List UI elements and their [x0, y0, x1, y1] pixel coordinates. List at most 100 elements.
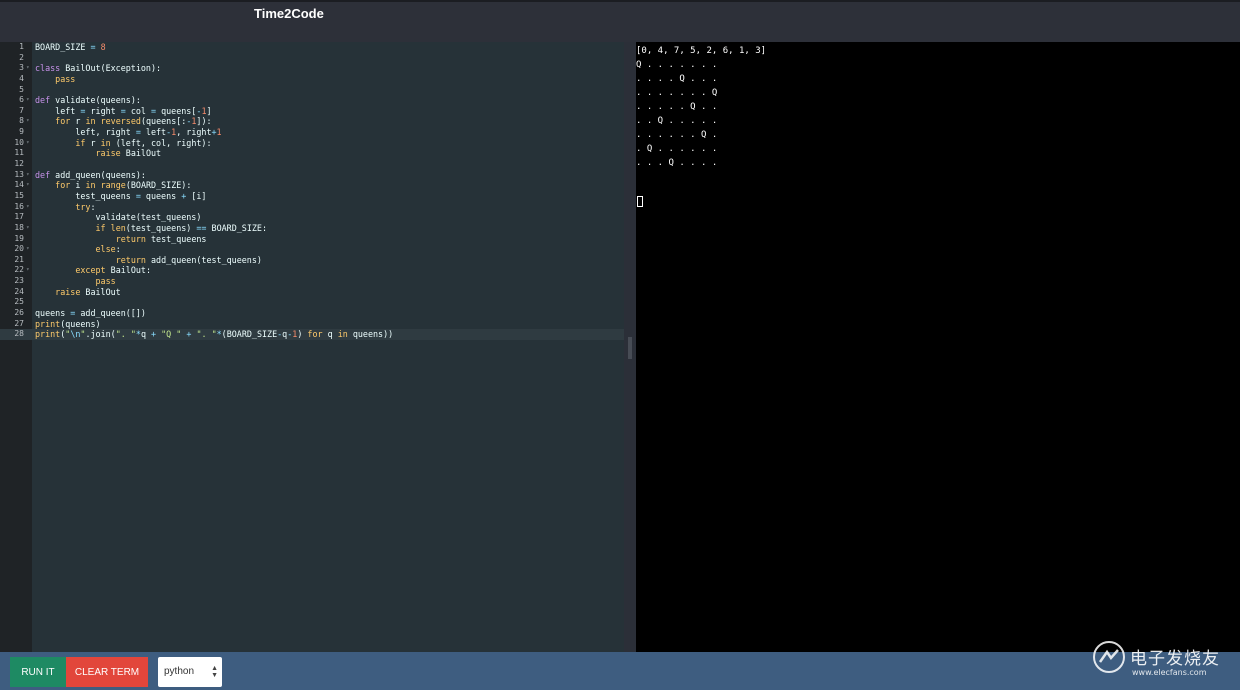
code-text: queens = add_queen([]) [35, 308, 146, 319]
line-number: 27 [0, 319, 24, 330]
code-line[interactable]: 6▾ def validate(queens): [0, 95, 624, 106]
drag-handle-icon[interactable] [628, 337, 632, 359]
terminal-line: . Q . . . . . . [636, 142, 1240, 156]
code-text: if len(test_queens) == BOARD_SIZE: [35, 223, 267, 234]
code-line[interactable]: 5 [0, 85, 624, 96]
terminal-cursor [637, 196, 643, 207]
fold-arrow-icon[interactable]: ▾ [26, 180, 30, 191]
fold-arrow-icon[interactable]: ▾ [26, 116, 30, 127]
terminal-line: [0, 4, 7, 5, 2, 6, 1, 3] [636, 44, 1240, 58]
code-line[interactable]: 27print(queens) [0, 319, 624, 330]
code-line[interactable]: 12 [0, 159, 624, 170]
pane-divider[interactable] [624, 42, 636, 652]
code-line[interactable]: 24 raise BailOut [0, 287, 624, 298]
fold-arrow-icon[interactable]: ▾ [26, 202, 30, 213]
code-line[interactable]: 3▾ class BailOut(Exception): [0, 63, 624, 74]
run-button[interactable]: RUN IT [10, 657, 66, 687]
line-number: 25 [0, 297, 24, 308]
fold-arrow-icon[interactable]: ▾ [26, 244, 30, 255]
clear-terminal-button[interactable]: CLEAR TERM [66, 657, 148, 687]
code-text: def add_queen(queens): [35, 170, 146, 181]
code-line[interactable]: 4 pass [0, 74, 624, 85]
line-number: 8 [0, 116, 24, 127]
terminal-line: Q . . . . . . . [636, 58, 1240, 72]
terminal-line: . . . . Q . . . [636, 72, 1240, 86]
code-text: left = right = col = queens[-1] [35, 106, 212, 117]
code-text: pass [35, 276, 116, 287]
code-line[interactable]: 11 raise BailOut [0, 148, 624, 159]
line-number: 14 [0, 180, 24, 191]
code-text: try: [35, 202, 96, 213]
line-number: 28 [0, 329, 24, 340]
code-line[interactable]: 20▾ else: [0, 244, 624, 255]
code-text: return test_queens [35, 234, 206, 245]
watermark-logo-icon [1092, 640, 1126, 674]
line-number: 22 [0, 265, 24, 276]
fold-arrow-icon[interactable]: ▾ [26, 265, 30, 276]
fold-arrow-icon[interactable]: ▾ [26, 138, 30, 149]
code-line[interactable]: 8▾ for r in reversed(queens[:-1]): [0, 116, 624, 127]
code-line[interactable]: 22▾ except BailOut: [0, 265, 624, 276]
code-text: BOARD_SIZE = 8 [35, 42, 106, 53]
code-line[interactable]: 19 return test_queens [0, 234, 624, 245]
line-number: 26 [0, 308, 24, 319]
line-number: 23 [0, 276, 24, 287]
fold-arrow-icon[interactable]: ▾ [26, 170, 30, 181]
code-text: return add_queen(test_queens) [35, 255, 262, 266]
code-line[interactable]: 14▾ for i in range(BOARD_SIZE): [0, 180, 624, 191]
watermark-url: www.elecfans.com [1132, 668, 1207, 677]
line-number: 17 [0, 212, 24, 223]
code-text: print("\n".join(". "*q + "Q " + ". "*(BO… [35, 329, 393, 340]
code-line[interactable]: 21 return add_queen(test_queens) [0, 255, 624, 266]
code-line[interactable]: 9 left, right = left-1, right+1 [0, 127, 624, 138]
fold-arrow-icon[interactable]: ▾ [26, 63, 30, 74]
code-line[interactable]: 10▾ if r in (left, col, right): [0, 138, 624, 149]
code-text: except BailOut: [35, 265, 151, 276]
code-line[interactable]: 23 pass [0, 276, 624, 287]
code-line[interactable]: 26 queens = add_queen([]) [0, 308, 624, 319]
code-lines[interactable]: 1BOARD_SIZE = 823▾class BailOut(Exceptio… [0, 42, 624, 340]
code-editor[interactable]: 1BOARD_SIZE = 823▾class BailOut(Exceptio… [0, 42, 624, 652]
line-number: 13 [0, 170, 24, 181]
code-line[interactable]: 1 BOARD_SIZE = 8 [0, 42, 624, 53]
code-line[interactable]: 25 [0, 297, 624, 308]
code-text: for i in range(BOARD_SIZE): [35, 180, 191, 191]
code-text: class BailOut(Exception): [35, 63, 161, 74]
language-select-value: python [164, 666, 194, 677]
line-number: 15 [0, 191, 24, 202]
code-line[interactable]: 17 validate(test_queens) [0, 212, 624, 223]
terminal-line: . . . . . Q . . [636, 100, 1240, 114]
code-line[interactable]: 18▾ if len(test_queens) == BOARD_SIZE: [0, 223, 624, 234]
fold-arrow-icon[interactable]: ▾ [26, 95, 30, 106]
line-number: 9 [0, 127, 24, 138]
code-text: def validate(queens): [35, 95, 141, 106]
code-line[interactable]: 15 test_queens = queens + [i] [0, 191, 624, 202]
line-number: 6 [0, 95, 24, 106]
line-number: 5 [0, 85, 24, 96]
code-text: validate(test_queens) [35, 212, 201, 223]
terminal-line: . . . Q . . . . [636, 156, 1240, 170]
terminal-line: . . Q . . . . . [636, 114, 1240, 128]
line-number: 4 [0, 74, 24, 85]
code-text: raise BailOut [35, 148, 161, 159]
line-number: 21 [0, 255, 24, 266]
code-line[interactable]: 28 print("\n".join(". "*q + "Q " + ". "*(… [0, 329, 624, 340]
line-number: 3 [0, 63, 24, 74]
line-number: 12 [0, 159, 24, 170]
code-line[interactable]: 13▾ def add_queen(queens): [0, 170, 624, 181]
code-text: for r in reversed(queens[:-1]): [35, 116, 212, 127]
fold-arrow-icon[interactable]: ▾ [26, 223, 30, 234]
terminal-line: . . . . . . Q . [636, 128, 1240, 142]
line-number: 1 [0, 42, 24, 53]
code-line[interactable]: 2 [0, 53, 624, 64]
code-line[interactable]: 7 left = right = col = queens[-1] [0, 106, 624, 117]
language-select[interactable]: python ▲▼ [158, 657, 222, 687]
line-number: 16 [0, 202, 24, 213]
code-line[interactable]: 16▾ try: [0, 202, 624, 213]
code-text: if r in (left, col, right): [35, 138, 212, 149]
terminal-output[interactable]: [0, 4, 7, 5, 2, 6, 1, 3]Q . . . . . . ..… [636, 42, 1240, 652]
watermark-text: 电子发烧友 [1130, 644, 1220, 669]
line-number: 7 [0, 106, 24, 117]
app-header: Time2Code [0, 0, 1240, 42]
code-text: pass [35, 74, 75, 85]
